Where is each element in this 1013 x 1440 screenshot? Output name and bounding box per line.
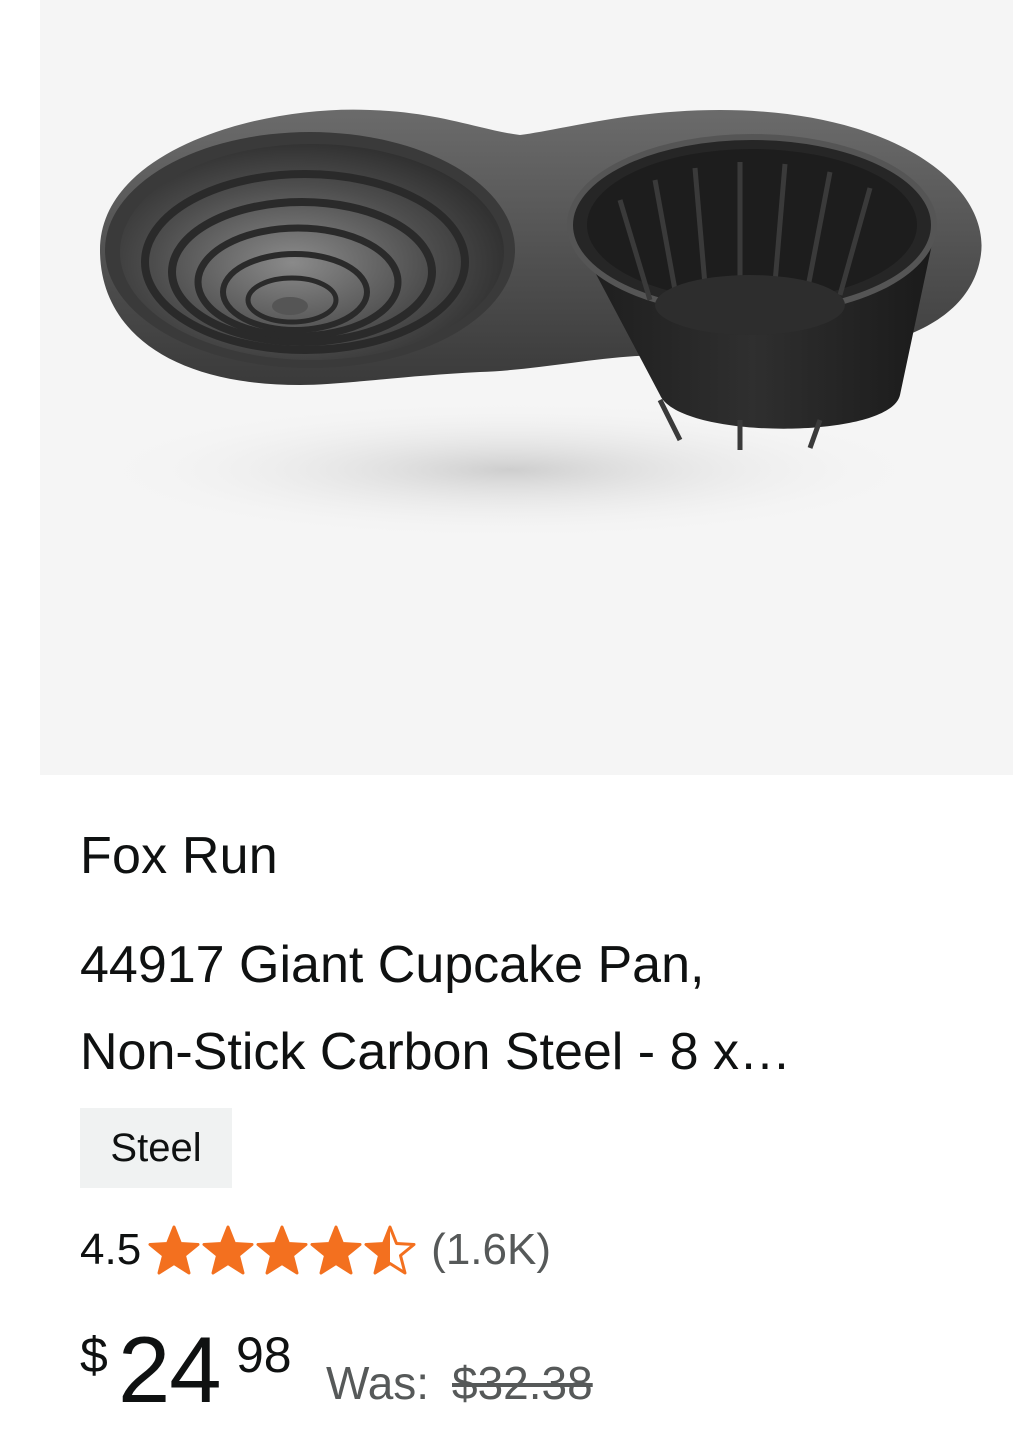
product-title-line1: 44917 Giant Cupcake Pan, <box>80 936 705 994</box>
star-half-icon <box>364 1225 416 1275</box>
star-full-icon <box>256 1225 308 1275</box>
product-title[interactable]: 44917 Giant Cupcake Pan, Non-Stick Carbo… <box>80 922 980 1096</box>
was-price: $32.38 <box>452 1357 593 1409</box>
price-whole: 24 <box>118 1317 222 1422</box>
product-title-line2: Non-Stick Carbon Steel - 8 x… <box>80 1023 791 1081</box>
material-tag: Steel <box>80 1108 232 1188</box>
product-image[interactable] <box>40 0 1013 775</box>
star-full-icon <box>310 1225 362 1275</box>
star-full-icon <box>148 1225 200 1275</box>
cupcake-pan-illustration <box>90 109 982 540</box>
brand-name[interactable]: Fox Run <box>80 826 278 886</box>
rating-row[interactable]: 4.5 (1.6K) <box>80 1222 551 1278</box>
review-count[interactable]: (1.6K) <box>431 1225 551 1275</box>
rating-value: 4.5 <box>80 1225 142 1274</box>
price-currency: $ <box>80 1327 108 1383</box>
star-full-icon <box>202 1225 254 1275</box>
price-fraction: 98 <box>236 1327 292 1383</box>
product-card[interactable]: Fox Run 44917 Giant Cupcake Pan, Non-Sti… <box>40 0 1013 1440</box>
star-rating <box>147 1224 417 1276</box>
was-label: Was: <box>326 1357 430 1409</box>
